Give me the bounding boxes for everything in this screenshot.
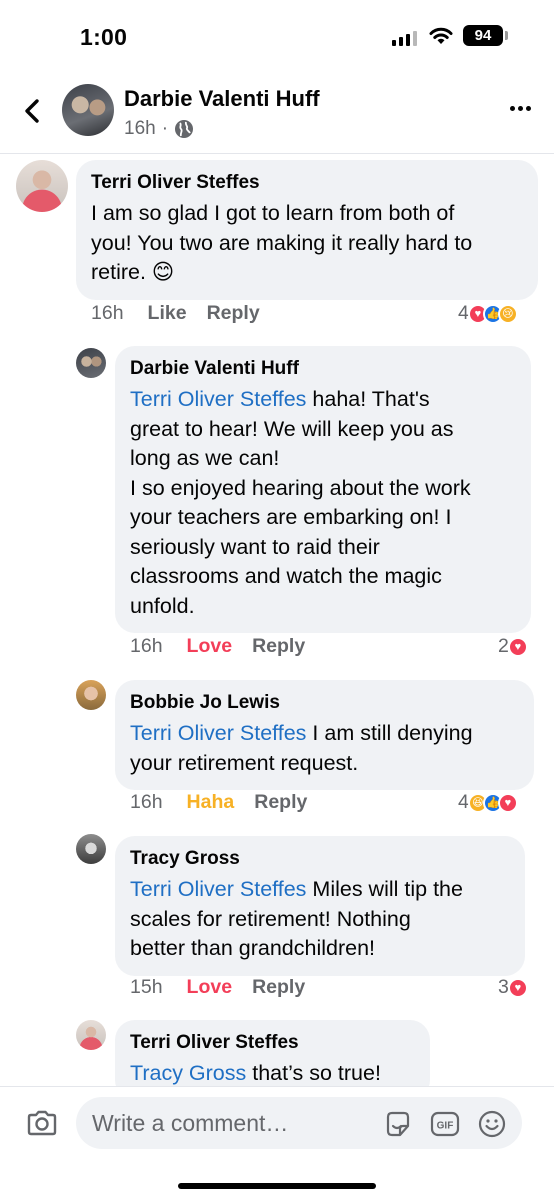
emoji-icon[interactable] — [477, 1109, 507, 1139]
mention-link[interactable]: Tracy Gross — [130, 1061, 246, 1085]
mention-link[interactable]: Terri Oliver Steffes — [130, 721, 306, 745]
globe-icon — [175, 120, 194, 138]
reply-button[interactable]: Reply — [254, 791, 307, 814]
comment-author[interactable]: Terri Oliver Steffes — [130, 1031, 415, 1055]
meta-separator: · — [161, 118, 169, 139]
comment-time[interactable]: 16h — [130, 635, 163, 658]
comment-actions: 16h Haha Reply — [130, 791, 327, 814]
comment-text: Terri Oliver Steffes Miles will tip the … — [130, 875, 510, 964]
avatar[interactable] — [76, 834, 106, 864]
battery-tip — [505, 31, 508, 40]
comment-bubble[interactable]: Bobbie Jo Lewis Terri Oliver Steffes I a… — [115, 680, 534, 790]
reaction-summary[interactable]: 2 ♥ — [498, 635, 528, 658]
comment-bubble[interactable]: Darbie Valenti Huff Terri Oliver Steffes… — [115, 346, 531, 633]
sad-reaction-icon: 😢 — [497, 303, 518, 324]
love-reaction-icon: ♥ — [507, 977, 528, 998]
comment-text: Tracy Gross that’s so true! — [130, 1059, 415, 1089]
love-reaction-icon: ♥ — [497, 792, 518, 813]
comment-text: Terri Oliver Steffes haha! That's great … — [130, 385, 516, 621]
mention-link[interactable]: Terri Oliver Steffes — [130, 387, 306, 411]
comment-author[interactable]: Terri Oliver Steffes — [91, 171, 523, 195]
reaction-summary[interactable]: 3 ♥ — [498, 976, 528, 999]
status-time: 1:00 — [80, 24, 128, 50]
comment-time[interactable]: 15h — [130, 976, 163, 999]
post-header: Darbie Valenti Huff 16h · — [0, 70, 554, 154]
comment-input[interactable]: Write a comment… GIF — [76, 1097, 522, 1149]
reply-button[interactable]: Reply — [252, 635, 305, 658]
comment-body: haha! That's great to hear! We will keep… — [130, 387, 471, 618]
comment-time[interactable]: 16h — [91, 302, 124, 325]
comment-actions: 16h Love Reply — [130, 635, 325, 658]
comment-body: that’s so true! — [246, 1061, 381, 1085]
battery-icon: 94 — [463, 25, 503, 46]
comment-author[interactable]: Tracy Gross — [130, 847, 510, 871]
camera-icon[interactable] — [26, 1109, 58, 1137]
comment-actions: 15h Love Reply — [130, 976, 325, 999]
comment-author[interactable]: Bobbie Jo Lewis — [130, 691, 519, 715]
reaction-summary[interactable]: 4 ♥ 👍 😢 — [458, 302, 518, 325]
comment-bubble[interactable]: Tracy Gross Terri Oliver Steffes Miles w… — [115, 836, 525, 976]
avatar[interactable] — [16, 160, 68, 212]
comment-bubble[interactable]: Terri Oliver Steffes I am so glad I got … — [76, 160, 538, 300]
author-avatar[interactable] — [62, 84, 114, 136]
avatar[interactable] — [76, 1020, 106, 1050]
love-button[interactable]: Love — [187, 976, 233, 999]
comment-time[interactable]: 16h — [130, 791, 163, 814]
comment-actions: 16h Like Reply — [91, 302, 280, 325]
comment-text: Terri Oliver Steffes I am still denying … — [130, 719, 519, 778]
home-indicator[interactable] — [178, 1183, 376, 1189]
reply-button[interactable]: Reply — [207, 302, 260, 325]
avatar[interactable] — [76, 348, 106, 378]
wifi-icon — [429, 27, 453, 44]
love-reaction-icon: ♥ — [507, 636, 528, 657]
comment-author[interactable]: Darbie Valenti Huff — [130, 357, 516, 381]
comment-placeholder: Write a comment… — [92, 1110, 289, 1136]
comment-text: I am so glad I got to learn from both of… — [91, 201, 473, 284]
haha-button[interactable]: Haha — [187, 791, 235, 814]
gif-label: GIF — [437, 1121, 454, 1132]
gif-icon[interactable]: GIF — [430, 1111, 460, 1137]
back-chevron-icon[interactable] — [20, 96, 46, 126]
reply-button[interactable]: Reply — [252, 976, 305, 999]
more-options-icon[interactable] — [510, 106, 531, 111]
like-button[interactable]: Like — [148, 302, 187, 325]
post-meta: 16h · — [124, 118, 194, 140]
post-time[interactable]: 16h — [124, 118, 156, 140]
signal-icon — [392, 30, 417, 46]
mention-link[interactable]: Terri Oliver Steffes — [130, 877, 306, 901]
love-button[interactable]: Love — [187, 635, 233, 658]
reaction-summary[interactable]: 4 😆 👍 ♥ — [458, 791, 518, 814]
avatar[interactable] — [76, 680, 106, 710]
post-author-name[interactable]: Darbie Valenti Huff — [124, 86, 320, 112]
sticker-icon[interactable] — [383, 1109, 413, 1139]
status-bar: 1:00 94 — [0, 0, 554, 70]
